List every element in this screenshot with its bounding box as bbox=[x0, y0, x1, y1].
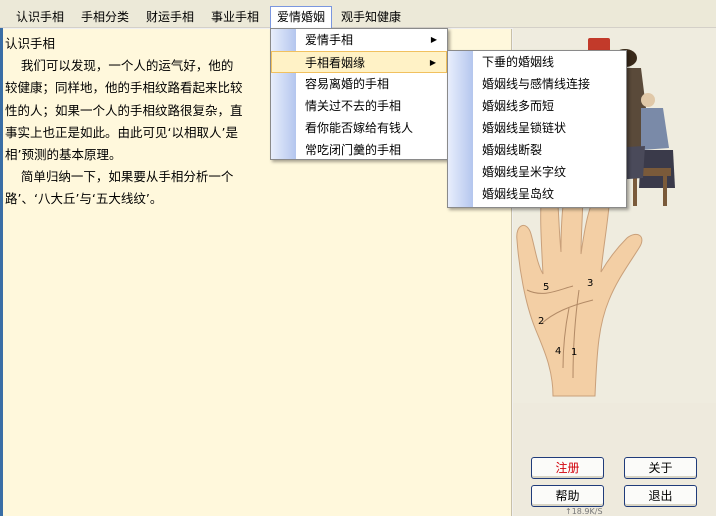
submenu-item-drooping-line[interactable]: 下垂的婚姻线 bbox=[448, 51, 626, 73]
marriage-line-submenu: 下垂的婚姻线 婚姻线与感情线连接 婚姻线多而短 婚姻线呈锁链状 婚姻线断裂 婚姻… bbox=[447, 50, 627, 208]
document-line: 路’、‘八大丘’与‘五大线纹’。 bbox=[5, 191, 163, 207]
palm-line-number: 3 bbox=[587, 278, 594, 289]
menu-item-marry-rich[interactable]: 看你能否嫁给有钱人 bbox=[271, 117, 447, 139]
menu-item-label: 婚姻线呈米字纹 bbox=[482, 165, 567, 179]
menu-item-label: 手相看姻缘 bbox=[305, 56, 366, 70]
menu-know-palm[interactable]: 认识手相 bbox=[10, 7, 70, 27]
menu-palm-categories[interactable]: 手相分类 bbox=[75, 7, 135, 27]
palm-line-number: 5 bbox=[543, 282, 550, 293]
menu-item-label: 婚姻线断裂 bbox=[482, 143, 543, 157]
menu-item-label: 婚姻线呈岛纹 bbox=[482, 187, 555, 201]
submenu-item-broken[interactable]: 婚姻线断裂 bbox=[448, 139, 626, 161]
menu-item-label: 婚姻线呈锁链状 bbox=[482, 121, 567, 135]
triangle-right-icon: ▶ bbox=[430, 35, 437, 44]
palm-line-number: 2 bbox=[538, 316, 545, 327]
menu-career-palm[interactable]: 事业手相 bbox=[205, 7, 265, 27]
help-button[interactable]: 帮助 bbox=[531, 485, 604, 507]
menu-item-label: 婚姻线多而短 bbox=[482, 99, 555, 113]
menu-item-love-palm[interactable]: 爱情手相 ▶ bbox=[271, 29, 447, 51]
network-speed-indicator: ↑18.9K/S bbox=[535, 506, 615, 516]
love-marriage-dropdown: 爱情手相 ▶ 手相看姻缘 ▶ 容易离婚的手相 情关过不去的手相 看你能否嫁给有钱… bbox=[270, 28, 448, 160]
menu-item-easy-divorce[interactable]: 容易离婚的手相 bbox=[271, 73, 447, 95]
menu-item-label: 爱情手相 bbox=[305, 33, 354, 47]
submenu-item-island-pattern[interactable]: 婚姻线呈岛纹 bbox=[448, 183, 626, 205]
vertical-calligraphy bbox=[691, 98, 711, 218]
submenu-item-chain-shaped[interactable]: 婚姻线呈锁链状 bbox=[448, 117, 626, 139]
menu-item-label: 下垂的婚姻线 bbox=[482, 55, 555, 69]
network-speed-text: 18.9K/S bbox=[571, 507, 603, 516]
submenu-item-connected-heart-line[interactable]: 婚姻线与感情线连接 bbox=[448, 73, 626, 95]
submenu-item-many-short[interactable]: 婚姻线多而短 bbox=[448, 95, 626, 117]
palm-line-number: 4 bbox=[555, 346, 562, 357]
palm-line-number: 1 bbox=[571, 347, 578, 358]
menu-item-label: 容易离婚的手相 bbox=[305, 77, 390, 91]
menu-item-rejection[interactable]: 常吃闭门羹的手相 bbox=[271, 139, 447, 161]
menubar: 认识手相 手相分类 财运手相 事业手相 爱情婚姻 观手知健康 bbox=[0, 0, 716, 28]
menu-item-label: 常吃闭门羹的手相 bbox=[305, 143, 402, 157]
menu-item-label: 情关过不去的手相 bbox=[305, 99, 402, 113]
submenu-item-star-pattern[interactable]: 婚姻线呈米字纹 bbox=[448, 161, 626, 183]
menu-wealth-palm[interactable]: 财运手相 bbox=[140, 7, 200, 27]
menu-item-label: 看你能否嫁给有钱人 bbox=[305, 121, 414, 135]
about-button[interactable]: 关于 bbox=[624, 457, 697, 479]
menu-love-marriage[interactable]: 爱情婚姻 bbox=[270, 6, 333, 28]
menu-item-label: 婚姻线与感情线连接 bbox=[482, 77, 591, 91]
menu-health[interactable]: 观手知健康 bbox=[335, 7, 407, 27]
menu-item-marriage-fate[interactable]: 手相看姻缘 ▶ bbox=[271, 51, 447, 73]
exit-button[interactable]: 退出 bbox=[624, 485, 697, 507]
arrow-up-icon: ↑ bbox=[565, 507, 572, 516]
register-button[interactable]: 注册 bbox=[531, 457, 604, 479]
document-line: 简单归纳一下，如果要从手相分析一个 bbox=[5, 169, 234, 185]
triangle-right-icon: ▶ bbox=[429, 58, 436, 67]
menu-item-love-obstacle[interactable]: 情关过不去的手相 bbox=[271, 95, 447, 117]
